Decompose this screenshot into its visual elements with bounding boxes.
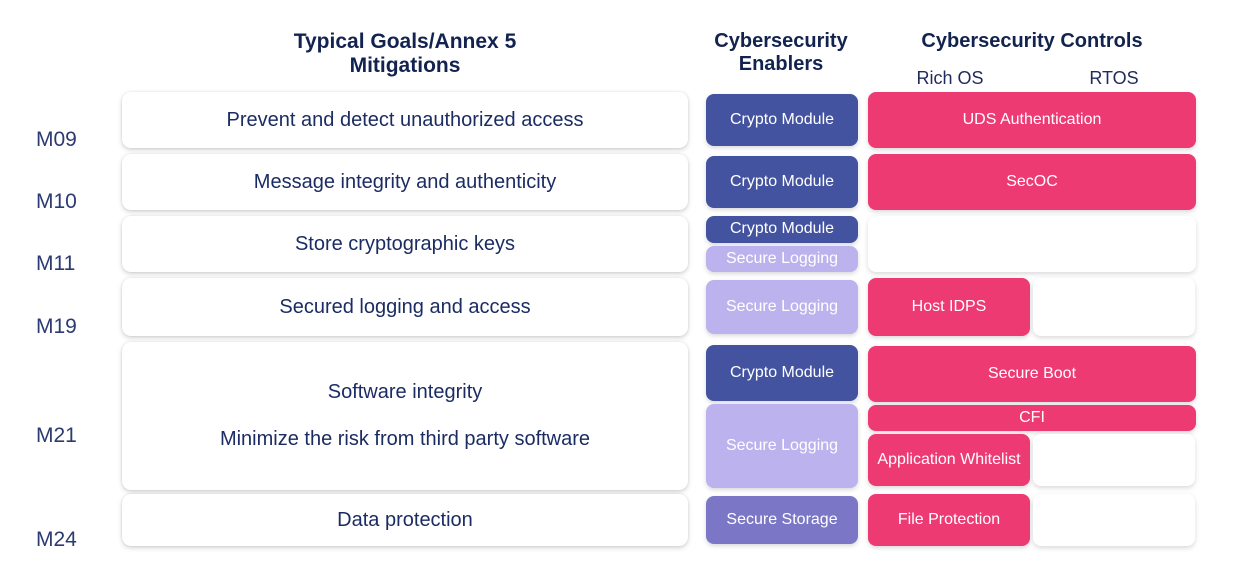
control-empty-slot bbox=[1033, 278, 1195, 336]
enabler-chip[interactable]: Secure Logging bbox=[706, 245, 858, 272]
mitigation-code-label: M11 bbox=[36, 252, 76, 275]
matrix-row: M19 Secured logging and access Secure Logg… bbox=[0, 278, 1237, 338]
mitigation-card[interactable]: Store cryptographic keys bbox=[122, 216, 688, 272]
controls-cell bbox=[868, 216, 1196, 272]
enabler-chip[interactable]: Secure Storage bbox=[706, 496, 858, 544]
controls-line: Secure Boot bbox=[868, 346, 1196, 402]
mitigations-header-line1: Typical Goals/Annex 5 bbox=[293, 30, 517, 53]
controls-line: CFI bbox=[868, 405, 1196, 431]
controls-line: Host IDPS bbox=[868, 278, 1196, 336]
enablers-header-line1: Cybersecurity bbox=[714, 30, 848, 52]
enabler-chip[interactable]: Secure Logging bbox=[706, 403, 858, 488]
mitigation-card[interactable]: Message integrity and authenticity bbox=[122, 154, 688, 210]
control-chip[interactable]: File Protection bbox=[868, 494, 1030, 546]
controls-cell: Secure Boot CFI Application Whitelist bbox=[868, 342, 1196, 490]
enabler-chip[interactable]: Crypto Module bbox=[706, 344, 858, 401]
controls-line: File Protection bbox=[868, 494, 1196, 546]
controls-line bbox=[868, 216, 1196, 272]
controls-cell: SecOC bbox=[868, 154, 1196, 210]
mitigation-code-label: M24 bbox=[36, 528, 77, 551]
subheader-rich-os: Rich OS bbox=[916, 68, 984, 88]
controls-cell: Host IDPS bbox=[868, 278, 1196, 336]
mitigation-card[interactable]: Prevent and detect unauthorized access bbox=[122, 92, 688, 148]
enablers-header-line2: Enablers bbox=[738, 53, 824, 75]
control-chip[interactable]: CFI bbox=[868, 405, 1196, 431]
mitigation-text: Secured logging and access bbox=[279, 295, 531, 318]
mitigations-header-line2: Mitigations bbox=[349, 54, 461, 78]
control-chip[interactable]: UDS Authentication bbox=[868, 92, 1196, 148]
mitigation-text: Minimize the risk from third party softw… bbox=[219, 428, 591, 450]
matrix-row: M11 Store cryptographic keys Crypto Module… bbox=[0, 216, 1237, 275]
control-empty-slot bbox=[1033, 434, 1195, 486]
enabler-chip[interactable]: Crypto Module bbox=[706, 94, 858, 146]
matrix-row: M24 Data protection Secure Storage File Pro… bbox=[0, 494, 1237, 551]
mitigation-code-label: M19 bbox=[36, 315, 77, 338]
column-header-enablers: Cybersecurity Enablers bbox=[696, 30, 866, 76]
enabler-chip[interactable]: Crypto Module bbox=[706, 216, 858, 243]
controls-header-title: Cybersecurity Controls bbox=[921, 30, 1143, 52]
enabler-cell: Crypto Module bbox=[706, 92, 858, 148]
subheader-rtos: RTOS bbox=[1089, 68, 1139, 88]
enabler-cell: Crypto Module bbox=[706, 154, 858, 210]
controls-cell: File Protection bbox=[868, 494, 1196, 546]
column-header-mitigations: Typical Goals/Annex 5 Mitigations bbox=[122, 30, 688, 78]
control-empty-slot bbox=[1033, 494, 1195, 546]
control-chip[interactable]: Secure Boot bbox=[868, 346, 1196, 402]
column-header-controls: Cybersecurity Controls bbox=[868, 30, 1196, 53]
mitigation-card[interactable]: Secured logging and access bbox=[122, 278, 688, 336]
controls-line: SecOC bbox=[868, 154, 1196, 210]
mitigation-text: Software integrity bbox=[327, 381, 483, 403]
enabler-chip[interactable]: Secure Logging bbox=[706, 280, 858, 334]
enabler-cell: Crypto Module Secure Logging bbox=[706, 342, 858, 490]
mitigation-code-label: M10 bbox=[36, 190, 77, 213]
mitigation-code-label: M09 bbox=[36, 128, 77, 151]
matrix-row: M10 Message integrity and authenticity Cry… bbox=[0, 154, 1237, 213]
enabler-cell: Secure Storage bbox=[706, 494, 858, 546]
matrix-row: M09 Prevent and detect unauthorized acces… bbox=[0, 92, 1237, 151]
mitigation-text: Prevent and detect unauthorized access bbox=[226, 108, 584, 131]
control-chip[interactable]: SecOC bbox=[868, 154, 1196, 210]
control-chip[interactable]: Host IDPS bbox=[868, 278, 1030, 336]
mitigation-code-label: M21 bbox=[36, 424, 77, 447]
controls-line: UDS Authentication bbox=[868, 92, 1196, 148]
control-chip[interactable]: Application Whitelist bbox=[868, 434, 1030, 486]
controls-line: Application Whitelist bbox=[868, 434, 1196, 486]
enabler-cell: Crypto Module Secure Logging bbox=[706, 216, 858, 272]
control-empty-slot bbox=[868, 216, 1196, 272]
enabler-chip[interactable]: Crypto Module bbox=[706, 156, 858, 208]
mitigation-text: Data protection bbox=[337, 508, 473, 531]
mitigation-text: Store cryptographic keys bbox=[294, 232, 516, 255]
mitigation-text: Message integrity and authenticity bbox=[253, 170, 557, 193]
mitigation-card[interactable]: Data protection bbox=[122, 494, 688, 546]
matrix-row: M21 Software integrity Minimize the risk f… bbox=[0, 342, 1237, 490]
mitigation-card[interactable]: Software integrity Minimize the risk from… bbox=[122, 342, 688, 490]
controls-cell: UDS Authentication bbox=[868, 92, 1196, 148]
enabler-cell: Secure Logging bbox=[706, 278, 858, 336]
